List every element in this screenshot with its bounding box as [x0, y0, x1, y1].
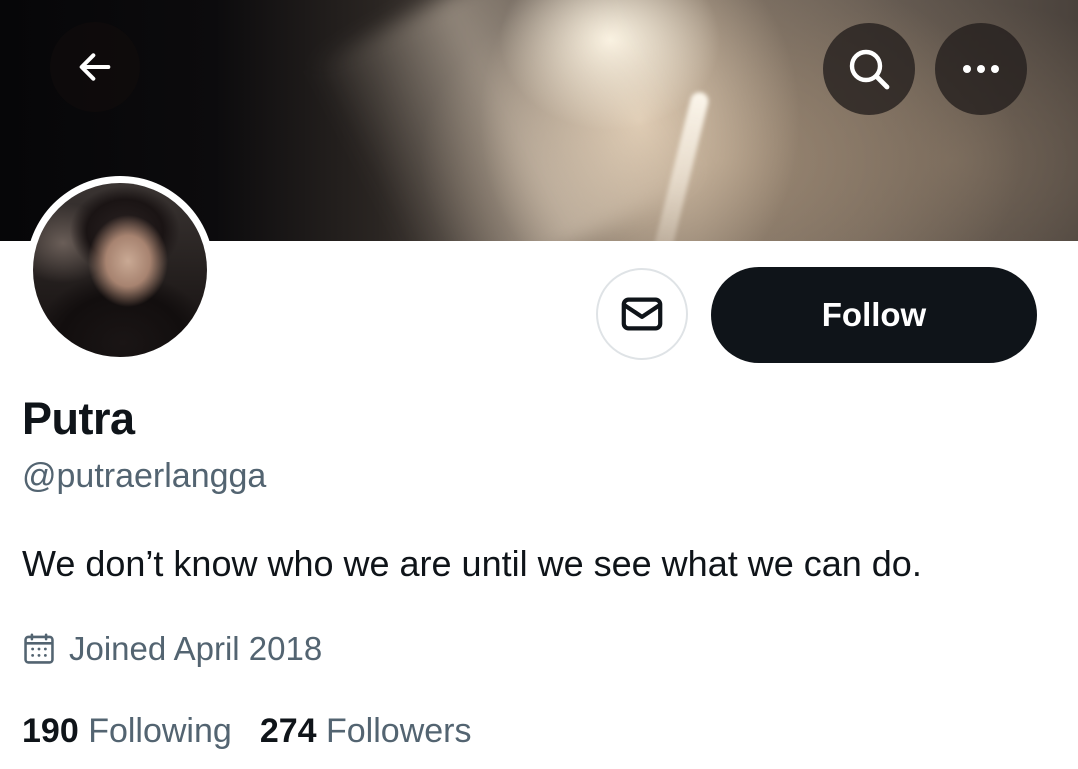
- envelope-icon: [621, 297, 663, 331]
- search-icon: [849, 49, 890, 90]
- banner-light-haze: [311, 0, 709, 241]
- profile-bio: We don’t know who we are until we see wh…: [22, 543, 922, 584]
- avatar[interactable]: [33, 183, 207, 357]
- more-options-button[interactable]: [935, 23, 1027, 115]
- following-count: 190: [22, 712, 79, 750]
- following-link[interactable]: 190 Following: [22, 712, 232, 750]
- message-button[interactable]: [596, 268, 688, 360]
- display-name: Putra: [22, 393, 135, 444]
- joined-date: Joined April 2018: [22, 630, 322, 668]
- back-button[interactable]: [50, 22, 140, 112]
- username-handle: @putraerlangga: [22, 457, 267, 495]
- following-label: Following: [88, 712, 232, 750]
- joined-text: Joined April 2018: [69, 630, 323, 667]
- calendar-icon: [24, 633, 54, 664]
- search-button[interactable]: [823, 23, 915, 115]
- follow-stats: 190 Following 274 Followers: [22, 712, 499, 751]
- avatar-frame[interactable]: [26, 176, 214, 364]
- followers-count: 274: [259, 712, 317, 750]
- followers-link[interactable]: 274 Followers: [260, 712, 472, 750]
- follow-button[interactable]: Follow: [711, 267, 1037, 363]
- arrow-left-icon: [79, 53, 111, 81]
- more-horizontal-icon: [963, 65, 999, 73]
- followers-label: Followers: [326, 712, 472, 750]
